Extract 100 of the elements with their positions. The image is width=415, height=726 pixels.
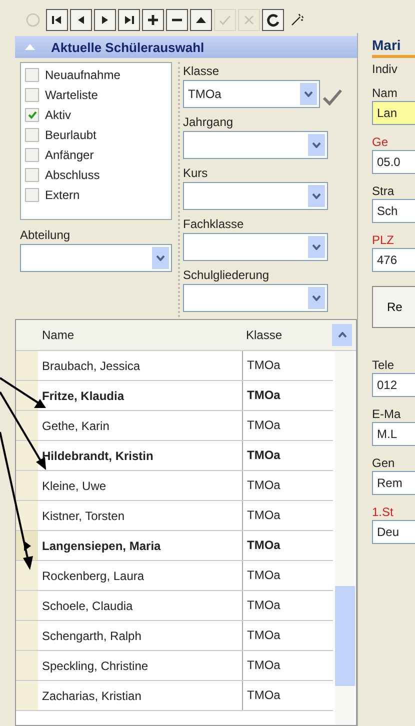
checkbox-label: Extern xyxy=(45,188,80,202)
up-button[interactable] xyxy=(190,9,212,31)
field-label: Jahrgang xyxy=(183,114,234,131)
table-row[interactable]: Hildebrandt, Kristin TMOa xyxy=(16,441,333,471)
checkbox-label: Beurlaubt xyxy=(45,128,96,142)
field-label: Fachklasse xyxy=(183,216,245,233)
checkbox-label: Neuaufnahme xyxy=(45,68,120,82)
scrollbar-thumb[interactable] xyxy=(335,586,355,686)
caret-up-icon xyxy=(338,332,346,338)
dropdown[interactable]: TMOa xyxy=(183,80,320,108)
table-cell: TMOa xyxy=(242,531,333,560)
table-cell: TMOa xyxy=(242,621,333,650)
table-cell-text: Speckling, Christine xyxy=(41,658,150,672)
column-header[interactable]: Name xyxy=(38,328,242,342)
prev-button[interactable] xyxy=(70,9,92,31)
checkbox[interactable] xyxy=(25,168,39,182)
checkbox[interactable] xyxy=(25,148,39,162)
dropdown[interactable] xyxy=(183,131,328,159)
table-row[interactable]: Zacharias, Kristian TMOa xyxy=(16,681,333,711)
table-cell-text: Schoele, Claudia xyxy=(41,598,134,612)
table-cell: TMOa xyxy=(242,561,333,590)
table-row[interactable]: Fritze, Klaudia TMOa xyxy=(16,381,333,411)
table-row[interactable]: Kleine, Uwe TMOa xyxy=(16,471,333,501)
table-cell: TMOa xyxy=(242,651,333,680)
wand-icon xyxy=(290,13,304,27)
table-row[interactable]: Langensiepen, Maria TMOa xyxy=(16,531,333,561)
checkbox[interactable] xyxy=(25,188,39,202)
refresh-button[interactable] xyxy=(262,9,284,31)
input-field[interactable]: Deu xyxy=(372,520,415,544)
input-field[interactable]: 05.0 xyxy=(372,150,415,174)
table-cell-text: Gethe, Karin xyxy=(41,418,110,432)
table-row[interactable]: Schengarth, Ralph TMOa xyxy=(16,621,333,651)
input-field[interactable]: Sch xyxy=(372,199,415,223)
table-cell: TMOa xyxy=(242,501,333,530)
table-cell: TMOa xyxy=(242,441,333,470)
action-button[interactable]: Re xyxy=(372,286,415,328)
column-header[interactable]: Klasse xyxy=(242,328,332,342)
table-cell: TMOa xyxy=(242,681,333,710)
table-cell-text: Fritze, Klaudia xyxy=(41,388,126,402)
table-row[interactable]: Gethe, Karin TMOa xyxy=(16,411,333,441)
table-row[interactable]: Braubach, Jessica TMOa xyxy=(16,351,333,381)
table-cell: TMOa xyxy=(242,351,333,380)
table-row[interactable]: Schoele, Claudia TMOa xyxy=(16,591,333,621)
table-cell: TMOa xyxy=(242,471,333,500)
table-cell: TMOa xyxy=(242,591,333,620)
input-field[interactable]: 476 xyxy=(372,248,415,272)
field-label: Tele xyxy=(372,358,396,373)
dropdown[interactable] xyxy=(183,182,328,210)
section-label: Indiv xyxy=(372,62,398,76)
checkbox[interactable] xyxy=(25,68,39,82)
last-icon xyxy=(122,13,136,27)
field-label: 1.St xyxy=(372,505,394,520)
dropdown[interactable] xyxy=(20,244,172,272)
field-label: Stra xyxy=(372,184,396,199)
last-button[interactable] xyxy=(118,9,140,31)
input-field[interactable]: Lan xyxy=(372,101,415,125)
dropdown[interactable] xyxy=(183,233,328,261)
field-label: Ge xyxy=(372,135,390,150)
field-label: E-Ma xyxy=(372,407,402,422)
table-cell: TMOa xyxy=(242,411,333,440)
input-field[interactable]: 012 xyxy=(372,373,415,397)
refresh-icon xyxy=(266,13,280,27)
confirm-icon xyxy=(218,13,232,27)
checkbox-label: Abschluss xyxy=(45,168,100,182)
add-icon xyxy=(146,13,160,27)
checkbox-label: Anfänger xyxy=(45,148,94,162)
field-label: PLZ xyxy=(372,233,396,248)
table-row[interactable]: Speckling, Christine TMOa xyxy=(16,651,333,681)
checkbox[interactable] xyxy=(25,88,39,102)
checkbox-label: Warteliste xyxy=(45,88,98,102)
checkbox[interactable] xyxy=(25,128,39,142)
table-cell-text: Rockenberg, Laura xyxy=(41,568,146,582)
scroll-up-button[interactable] xyxy=(332,324,352,346)
field-label: Abteilung xyxy=(20,227,72,244)
table-cell-text: Kistner, Torsten xyxy=(41,508,126,522)
first-icon xyxy=(50,13,64,27)
cancel-icon xyxy=(242,13,256,27)
circle-icon xyxy=(26,13,40,27)
checkmark-icon[interactable] xyxy=(322,88,343,106)
first-button[interactable] xyxy=(46,9,68,31)
table-row[interactable]: Rockenberg, Laura TMOa xyxy=(16,561,333,591)
field-label: Kurs xyxy=(183,165,209,182)
tab-title[interactable]: Mari xyxy=(372,33,415,58)
checkbox[interactable] xyxy=(25,108,39,122)
next-button[interactable] xyxy=(94,9,116,31)
checkbox-label: Aktiv xyxy=(45,108,72,122)
field-label: Gen xyxy=(372,456,396,471)
current-row-icon xyxy=(24,540,30,550)
field-label: Nam xyxy=(372,86,398,101)
table-row[interactable]: Kistner, Torsten TMOa xyxy=(16,501,333,531)
input-field[interactable]: Rem xyxy=(372,471,415,495)
table-cell-text: Schengarth, Ralph xyxy=(41,628,142,642)
table-cell-text: Braubach, Jessica xyxy=(41,358,142,372)
field-label: Schulgliederung xyxy=(183,267,270,284)
table-cell: TMOa xyxy=(242,381,333,410)
remove-button[interactable] xyxy=(166,9,188,31)
table-cell-text: Kleine, Uwe xyxy=(41,478,108,492)
dropdown[interactable] xyxy=(183,284,328,312)
input-field[interactable]: M.L xyxy=(372,422,415,446)
add-button[interactable] xyxy=(142,9,164,31)
